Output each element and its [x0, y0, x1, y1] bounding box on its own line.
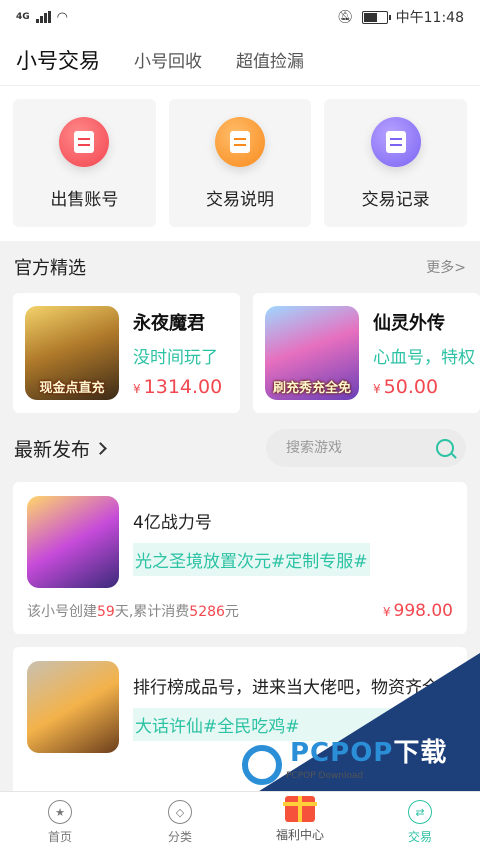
tab-account-trade[interactable]: 小号交易 — [16, 45, 100, 75]
gift-icon — [283, 796, 317, 822]
featured-title: 官方精选 — [14, 258, 86, 279]
currency-symbol: ¥ — [373, 381, 381, 396]
currency-symbol: ¥ — [133, 381, 141, 396]
category-icon: ◇ — [168, 800, 192, 824]
nav-welfare[interactable]: 福利中心 — [240, 792, 360, 853]
more-link[interactable]: 更多> — [426, 257, 466, 277]
nav-category[interactable]: ◇ 分类 — [120, 792, 240, 853]
trade-icon: ⇄ — [408, 800, 432, 824]
listing-card[interactable]: 4亿战力号 光之圣境放置次元#定制专服# 该小号创建59天,累计消费5286元 … — [13, 482, 467, 634]
listing-tag: 大话许仙#全民吃鸡# — [133, 708, 439, 741]
trade-record-label: 交易记录 — [361, 189, 430, 210]
tab-account-recycle[interactable]: 小号回收 — [134, 47, 202, 72]
action-grid: 出售账号 交易说明 交易记录 — [0, 86, 480, 241]
listing-stats: 该小号创建59天,累计消费5286元 — [27, 604, 239, 620]
listing-tag: 光之圣境放置次元#定制专服# — [133, 543, 370, 576]
listing-card[interactable]: 排行榜成品号，进来当大佬吧，物资齐全 大话许仙#全民吃鸡# — [13, 647, 467, 799]
featured-card[interactable]: 刷充秀充全免 仙灵外传 心血号，特权 ¥50.00 — [253, 293, 480, 413]
trade-guide-icon — [215, 116, 265, 167]
sell-account-icon — [59, 116, 110, 167]
search-input[interactable] — [286, 440, 426, 456]
listing-title: 4亿战力号 — [133, 513, 212, 533]
trade-guide-label: 交易说明 — [206, 189, 274, 210]
thumbnail-caption: 刷充秀充全免 — [272, 381, 351, 396]
listing-title: 排行榜成品号，进来当大佬吧，物资齐全 — [133, 678, 439, 698]
listing-price: ¥998.00 — [382, 601, 453, 621]
top-tab-bar: 小号交易 小号回收 超值捡漏 — [0, 34, 480, 86]
game-thumbnail: 现金点直充 — [25, 306, 119, 400]
search-box — [266, 429, 466, 467]
game-price: ¥50.00 — [373, 376, 475, 398]
latest-title-text: 最新发布 — [14, 438, 91, 461]
mute-icon: 🔕︎ — [337, 9, 354, 25]
game-desc: 没时间玩了 — [133, 347, 218, 368]
featured-card[interactable]: 现金点直充 永夜魔君 没时间玩了 ¥1314.00 — [13, 293, 240, 413]
nav-home-label: 首页 — [47, 830, 72, 844]
game-thumbnail — [27, 496, 119, 588]
game-price: ¥1314.00 — [133, 376, 222, 398]
nav-trade-label: 交易 — [407, 830, 432, 844]
trade-record-button[interactable]: 交易记录 — [324, 99, 468, 227]
bottom-nav: ★ 首页 ◇ 分类 福利中心 ⇄ 交易 — [0, 791, 480, 853]
nav-welfare-label: 福利中心 — [275, 828, 324, 842]
latest-title[interactable]: 最新发布 — [14, 435, 107, 462]
trade-guide-button[interactable]: 交易说明 — [168, 99, 312, 227]
signal-icon — [35, 11, 51, 23]
nav-home[interactable]: ★ 首页 — [0, 792, 120, 853]
home-icon: ★ — [48, 800, 72, 824]
featured-header: 官方精选 更多> — [0, 241, 480, 293]
trade-record-icon — [370, 116, 421, 167]
battery-icon — [361, 10, 391, 24]
price-value: 50.00 — [383, 375, 439, 398]
game-thumbnail: 刷充秀充全免 — [265, 306, 359, 400]
game-name: 仙灵外传 — [373, 312, 445, 334]
network-type: 4G — [16, 12, 30, 22]
price-value: 1314.00 — [143, 375, 223, 398]
latest-header: 最新发布 — [0, 414, 480, 482]
search-icon[interactable] — [436, 439, 454, 457]
status-bar: 4G ◠ 🔕︎ 中午11:48 — [0, 0, 480, 34]
status-time: 中午11:48 — [395, 10, 464, 26]
chevron-right-icon — [94, 441, 107, 455]
nav-trade[interactable]: ⇄ 交易 — [360, 792, 480, 853]
featured-list: 现金点直充 永夜魔君 没时间玩了 ¥1314.00 刷充秀充全免 仙灵外传 心血… — [0, 293, 480, 414]
nav-category-label: 分类 — [167, 830, 192, 844]
thumbnail-caption: 现金点直充 — [39, 381, 105, 396]
game-desc: 心血号，特权 — [373, 347, 475, 368]
sell-account-button[interactable]: 出售账号 — [13, 99, 156, 227]
game-thumbnail — [27, 661, 119, 753]
wifi-icon: ◠ — [56, 9, 68, 25]
sell-account-label: 出售账号 — [50, 189, 119, 210]
tab-bargain[interactable]: 超值捡漏 — [236, 47, 304, 72]
game-name: 永夜魔君 — [133, 312, 205, 334]
